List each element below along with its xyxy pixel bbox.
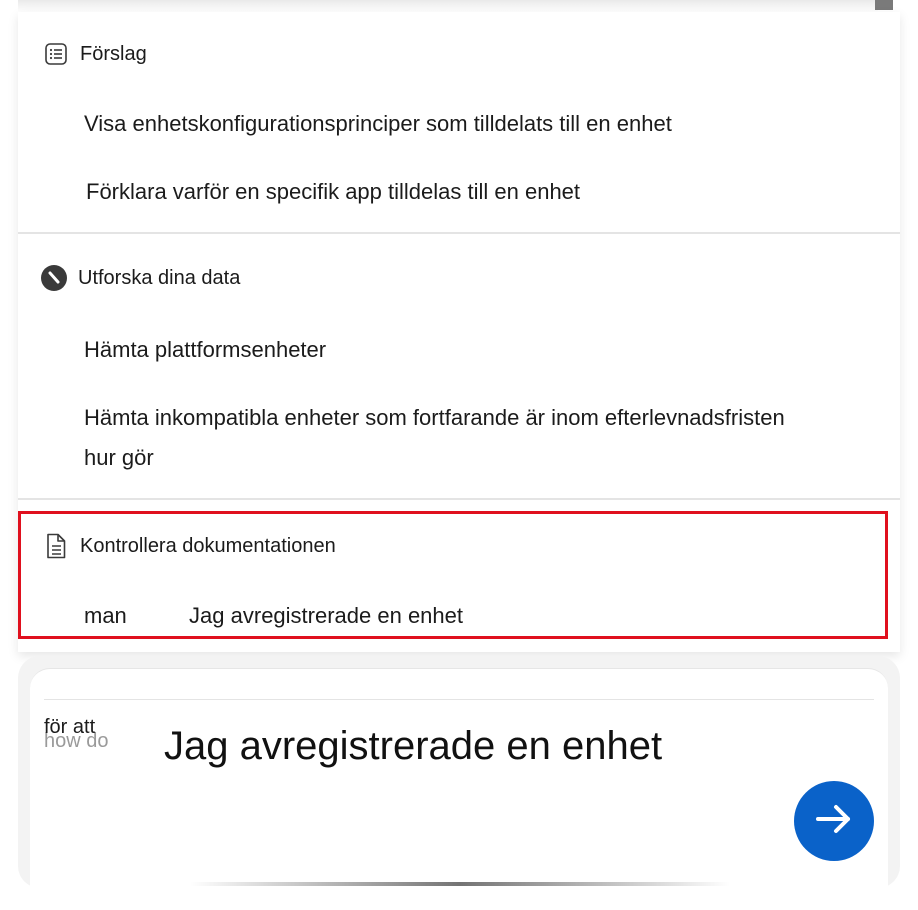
- section-divider: [18, 232, 900, 234]
- send-button[interactable]: [794, 781, 874, 861]
- suggestion-panel: Förslag Visa enhetskonfigurationsprincip…: [18, 12, 900, 652]
- section-title-explore: Utforska dina data: [78, 266, 241, 289]
- docs-item[interactable]: man Jag avregistrerade en enhet: [84, 596, 463, 636]
- prompt-composer-inner: [30, 668, 888, 889]
- section-header-docs: Kontrollera dokumentationen: [42, 532, 336, 560]
- suggestion-item-1[interactable]: Visa enhetskonfigurationsprinciper som t…: [84, 104, 672, 144]
- list-icon: [42, 40, 70, 68]
- section-header-explore: Utforska dina data: [40, 264, 240, 292]
- compass-icon: [40, 264, 68, 292]
- section-divider: [18, 498, 900, 500]
- composer-divider: [44, 699, 874, 700]
- section-title-docs: Kontrollera dokumentationen: [80, 534, 336, 557]
- explore-item-1[interactable]: Hämta plattformsenheter: [84, 330, 326, 370]
- bottom-edge: [190, 882, 730, 886]
- copilot-prompt-view: Förslag Visa enhetskonfigurationsprincip…: [0, 0, 918, 910]
- ghost-text: för att: [44, 716, 96, 738]
- section-title-suggestions: Förslag: [80, 42, 147, 65]
- prompt-composer: [18, 656, 900, 889]
- section-header-suggestions: Förslag: [42, 40, 147, 68]
- prompt-input[interactable]: Jag avregistrerade en enhet: [164, 724, 662, 769]
- explore-item-2[interactable]: Hämta inkompatibla enheter som fortfaran…: [84, 398, 785, 438]
- docs-item-text: Jag avregistrerade en enhet: [189, 603, 464, 628]
- document-icon: [42, 532, 70, 560]
- suggestion-item-2[interactable]: Förklara varför en specifik app tilldela…: [86, 172, 580, 212]
- top-edge: [18, 0, 878, 12]
- docs-item-prefix: man: [84, 603, 127, 628]
- explore-item-3[interactable]: hur gör: [84, 438, 154, 478]
- scrollbar-thumb[interactable]: [875, 0, 893, 10]
- arrow-right-icon: [813, 798, 855, 845]
